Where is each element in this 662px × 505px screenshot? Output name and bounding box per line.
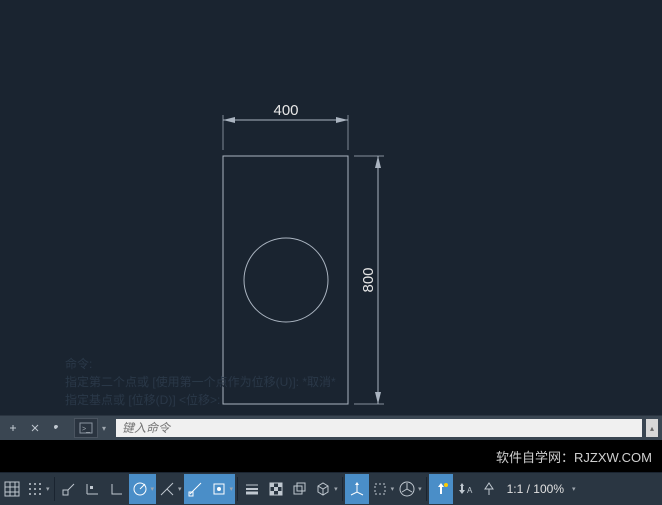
command-prompt-icon[interactable]: >_ xyxy=(74,418,98,438)
annotation-scale-toggle[interactable] xyxy=(477,474,501,504)
ortho-toggle[interactable] xyxy=(105,474,129,504)
svg-text:A: A xyxy=(467,486,473,495)
watermark-bar: 软件自学网：RJZXW.COM xyxy=(0,440,662,472)
lineweight-toggle[interactable] xyxy=(240,474,264,504)
dim-width-label: 400 xyxy=(273,102,298,119)
command-close-icon[interactable] xyxy=(26,419,44,437)
command-expand-icon[interactable]: ▴ xyxy=(646,419,658,437)
osnap-tracking-toggle[interactable] xyxy=(184,474,208,504)
command-input[interactable] xyxy=(116,419,642,437)
command-dropdown-arrow[interactable]: ▾ xyxy=(98,424,110,433)
svg-text:>_: >_ xyxy=(82,426,90,433)
status-bar: ▾ ▾ ▾ ▾ ▾ ▾ ▾ xyxy=(0,472,662,505)
polar-tracking-toggle[interactable]: ▾ xyxy=(129,474,157,504)
gizmo-toggle[interactable]: ▾ xyxy=(396,474,424,504)
drawing-svg: 400 800 xyxy=(0,0,662,415)
infer-constraints-toggle[interactable] xyxy=(57,474,81,504)
transparency-toggle[interactable] xyxy=(264,474,288,504)
dynamic-input-toggle[interactable] xyxy=(81,474,105,504)
command-history: 命令: 指定第二个点或 [使用第一个点作为位移(U)]: *取消* 指定基点或 … xyxy=(65,355,336,409)
object-snap-toggle[interactable]: ▾ xyxy=(208,474,236,504)
iso-draft-toggle[interactable]: ▾ xyxy=(156,474,184,504)
watermark-text: 软件自学网：RJZXW.COM xyxy=(496,447,652,466)
command-wrench-icon[interactable] xyxy=(48,419,66,437)
command-pin-icon[interactable] xyxy=(4,419,22,437)
command-bar: >_ ▾ ▴ xyxy=(0,415,662,440)
drawing-canvas[interactable]: 400 800 命令: 指定第二个点或 [使用第一个点作为位移(U)]: *取消… xyxy=(0,0,662,415)
3d-osnap-toggle[interactable]: ▾ xyxy=(312,474,340,504)
dim-height-label: 800 xyxy=(360,267,377,292)
annotation-visibility-toggle[interactable] xyxy=(429,474,453,504)
selection-filter-toggle[interactable]: ▾ xyxy=(369,474,397,504)
auto-scale-toggle[interactable]: A xyxy=(453,474,477,504)
zoom-level[interactable]: 1:1 / 100% xyxy=(501,482,570,496)
grid-toggle[interactable] xyxy=(0,474,24,504)
zoom-dropdown-arrow[interactable]: ▾ xyxy=(572,485,576,493)
snap-mode-toggle[interactable]: ▾ xyxy=(24,474,52,504)
dynamic-ucs-toggle[interactable] xyxy=(345,474,369,504)
selection-cycling-toggle[interactable] xyxy=(288,474,312,504)
